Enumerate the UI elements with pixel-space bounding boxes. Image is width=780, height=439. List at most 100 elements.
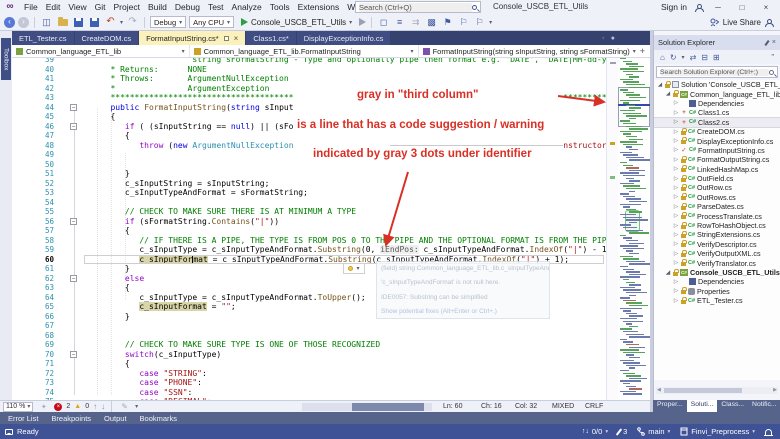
collapsed-arrow-icon[interactable]: ▷	[673, 251, 679, 257]
pin-tab-icon[interactable]	[223, 35, 229, 41]
quick-actions-lightbulb[interactable]: ▾	[343, 263, 365, 274]
collapsed-arrow-icon[interactable]: ▷	[673, 157, 679, 163]
sign-in-link[interactable]: Sign in	[661, 2, 687, 12]
tree-item-displayexceptioninfo-cs[interactable]: ▷ C# DisplayExceptionInfo.cs	[654, 136, 780, 146]
open-file-icon[interactable]	[56, 16, 69, 28]
collapsed-arrow-icon[interactable]: ▷	[673, 129, 679, 135]
tree-item-dependencies[interactable]: ▷ Dependencies	[654, 277, 780, 286]
code-cleanup-dropdown-icon[interactable]: ▾	[135, 403, 138, 410]
tree-item-rowtohashobject-cs[interactable]: ▷ C# RowToHashObject.cs	[654, 221, 780, 230]
tree-item-dependencies[interactable]: ▷ Dependencies	[654, 99, 780, 108]
collapsed-arrow-icon[interactable]: ▷	[673, 119, 679, 125]
tree-item-class1-cs[interactable]: ▷ + C# Class1.cs	[654, 108, 780, 117]
collapsed-arrow-icon[interactable]: ▷	[673, 298, 679, 304]
close-tab-icon[interactable]: ×	[234, 34, 239, 43]
live-share-label[interactable]: Live Share	[723, 18, 761, 27]
home-icon[interactable]: ⌂	[660, 53, 665, 62]
tree-item-linkedhashmap-cs[interactable]: ▷ C# LinkedHashMap.cs	[654, 165, 780, 174]
doc-tab-formatinputstring-cs-[interactable]: FormatInputString.cs* ×	[139, 31, 246, 45]
search-box[interactable]: Search (Ctrl+Q)	[355, 1, 481, 13]
collapsed-arrow-icon[interactable]: ▷	[673, 232, 679, 238]
redo-icon[interactable]: ↷	[126, 16, 139, 28]
send-feedback-icon[interactable]	[765, 18, 774, 27]
collapsed-arrow-icon[interactable]: ▷	[673, 288, 679, 294]
collapsed-arrow-icon[interactable]: ▷	[673, 166, 679, 172]
solution-explorer-title-bar[interactable]: Solution Explorer ×	[654, 35, 780, 50]
pending-edits-indicator[interactable]: 3	[615, 427, 627, 436]
code-line-54[interactable]: 54	[12, 198, 606, 208]
tree-item-verifytranslator-cs[interactable]: ▷ C# VerifyTranslator.cs	[654, 258, 780, 268]
sync-with-active-document-icon[interactable]: ⇄	[690, 53, 697, 62]
user-profile-icon[interactable]	[695, 3, 704, 12]
tree-item-etl-tester-cs[interactable]: ▷ C# ETL_Tester.cs	[654, 296, 780, 305]
next-issue-icon[interactable]: ↓	[101, 402, 105, 411]
toolbar-overflow-icon[interactable]: ”	[771, 53, 774, 62]
horizontal-scrollbar-thumb[interactable]	[352, 403, 424, 411]
menu-tools[interactable]: Tools	[266, 2, 294, 12]
collapsed-arrow-icon[interactable]: ▷	[673, 138, 679, 144]
tree-item-verifydescriptor-cs[interactable]: ▷ C# VerifyDescriptor.cs	[654, 240, 780, 249]
break-all-icon[interactable]: ◻	[377, 16, 390, 28]
prev-issue-icon[interactable]: ↑	[93, 402, 97, 411]
collapsed-arrow-icon[interactable]: ▷	[673, 204, 679, 210]
step-commands-icon[interactable]: ≡	[393, 16, 406, 28]
code-line-71[interactable]: 71 {	[12, 359, 606, 369]
notifications-bell-icon[interactable]	[764, 428, 773, 436]
eol-mixed-indicator[interactable]: MIXED	[552, 403, 574, 410]
code-line-55[interactable]: 55 // CHECK TO MAKE SURE THERE IS AT MIN…	[12, 207, 606, 217]
code-line-59[interactable]: 59 c_sInputType = c_sInputTypeAndFormat.…	[12, 245, 606, 255]
code-line-69[interactable]: 69 // CHECK TO MAKE SURE TYPE IS ONE OF …	[12, 340, 606, 350]
properties-icon[interactable]: ⊞	[713, 53, 720, 62]
expanded-arrow-icon[interactable]: ◢	[665, 91, 671, 97]
tool-tab-class[interactable]: Class...	[717, 400, 748, 412]
menu-edit[interactable]: Edit	[42, 2, 65, 12]
tool-tab-proper[interactable]: Proper...	[653, 400, 687, 412]
tree-item-console-uscb-etl-utils[interactable]: ◢ C# Console_USCB_ETL_Utils	[654, 268, 780, 277]
menu-project[interactable]: Project	[110, 2, 144, 12]
window-options-icon[interactable]: ●	[611, 35, 615, 42]
menu-test[interactable]: Test	[204, 2, 228, 12]
panel-tab-output[interactable]: Output	[104, 414, 127, 423]
error-icon[interactable]: ×	[54, 402, 63, 411]
bookmark-prev-icon[interactable]: ⚐	[473, 16, 486, 28]
code-line-68[interactable]: 68	[12, 331, 606, 341]
solution-configurations-dropdown[interactable]: Debug ▾	[150, 16, 187, 28]
bookmark-next-icon[interactable]: ⚐	[457, 16, 470, 28]
collapsed-arrow-icon[interactable]: ▷	[673, 194, 679, 200]
menu-view[interactable]: View	[64, 2, 90, 12]
solution-explorer-horizontal-scrollbar[interactable]: ◀ ▶	[656, 387, 778, 394]
collapsed-toolbox-tab[interactable]: Toolbox	[1, 38, 11, 80]
tree-item-properties[interactable]: ▷ Properties	[654, 287, 780, 296]
tree-item-createdom-cs[interactable]: ▷ C# CreateDOM.cs	[654, 127, 780, 136]
scroll-right-icon[interactable]: ▶	[773, 387, 777, 393]
project-dropdown[interactable]: Common_language_ETL_lib ▾	[12, 45, 190, 57]
tree-item-outrows-cs[interactable]: ▷ C# OutRows.cs	[654, 193, 780, 202]
horizontal-scrollbar[interactable]	[302, 403, 432, 411]
tree-item-parsedates-cs[interactable]: ▷ C# ParseDates.cs	[654, 202, 780, 211]
tree-item-solution--console-uscb-etl-utils---[interactable]: ◢ Solution 'Console_USCB_ETL_Utils' (	[654, 80, 780, 89]
code-line-56[interactable]: 56 − if (sFormatString.Contains("|"))	[12, 217, 606, 227]
solution-explorer-search-box[interactable]: Search Solution Explorer (Ctrl+;)	[656, 66, 778, 78]
expanded-arrow-icon[interactable]: ◢	[657, 82, 663, 88]
tree-item-common-language-etl-lib[interactable]: ◢ C# Common_language_ETL_lib	[654, 89, 780, 99]
collapsed-arrow-icon[interactable]: ▷	[673, 223, 679, 229]
warning-icon[interactable]: ▲	[74, 403, 81, 410]
navigate-forward-icon[interactable]: ›	[18, 16, 29, 28]
type-dropdown[interactable]: Common_language_ETL_lib.FormatInputStrin…	[190, 45, 419, 57]
collapse-region-icon[interactable]: −	[70, 274, 77, 282]
comment-icon[interactable]: ▩	[425, 16, 438, 28]
code-line-72[interactable]: 72 case "STRING":	[12, 369, 606, 379]
zoom-dropdown[interactable]: 110 % ▾	[3, 401, 34, 412]
eol-indicator[interactable]: CRLF	[585, 403, 603, 410]
collapsed-arrow-icon[interactable]: ▷	[673, 241, 679, 247]
live-share-icon[interactable]	[710, 18, 719, 27]
collapse-region-icon[interactable]: −	[70, 217, 77, 225]
collapsed-arrow-icon[interactable]: ▷	[673, 176, 679, 182]
sync-counter[interactable]: ↑↓ 0/0 ▾	[582, 427, 608, 436]
menu-build[interactable]: Build	[144, 2, 171, 12]
undo-dropdown-icon[interactable]: ▾	[120, 19, 123, 26]
new-project-icon[interactable]: ◫	[40, 16, 53, 28]
switch-views-icon[interactable]: ↻	[670, 53, 677, 62]
bookmark-dropdown-icon[interactable]: ▾	[489, 19, 492, 26]
collapse-region-icon[interactable]: −	[70, 350, 77, 358]
